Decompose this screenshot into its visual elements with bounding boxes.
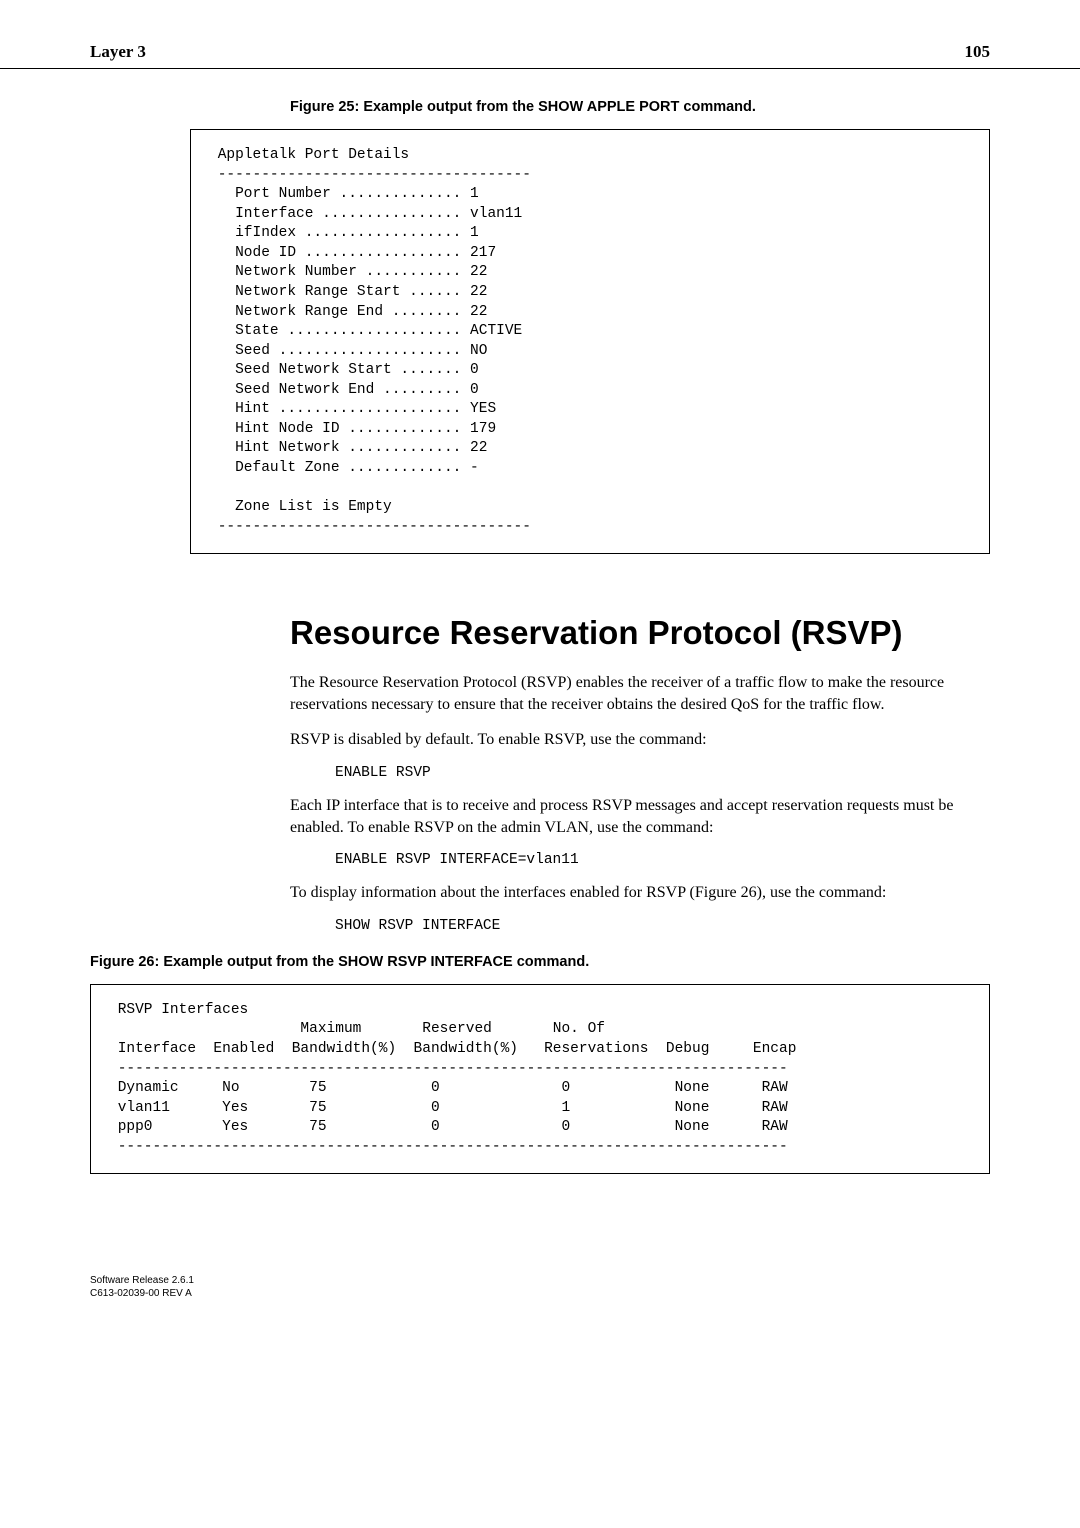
figure-26-code: RSVP Interfaces Maximum Reserved No. Of … xyxy=(90,984,990,1175)
footer-line-1: Software Release 2.6.1 xyxy=(90,1274,990,1287)
paragraph-4: To display information about the interfa… xyxy=(290,882,990,904)
main-content: Figure 25: Example output from the SHOW … xyxy=(0,99,1080,1174)
footer-line-2: C613-02039-00 REV A xyxy=(90,1287,990,1300)
page-header: Layer 3 105 xyxy=(0,0,1080,69)
command-2: ENABLE RSVP INTERFACE=vlan11 xyxy=(335,852,990,868)
section-title: Resource Reservation Protocol (RSVP) xyxy=(290,614,990,652)
paragraph-3: Each IP interface that is to receive and… xyxy=(290,795,990,838)
figure-26-caption: Figure 26: Example output from the SHOW … xyxy=(90,954,990,970)
command-1: ENABLE RSVP xyxy=(335,765,990,781)
header-left: Layer 3 xyxy=(90,42,146,62)
header-page-number: 105 xyxy=(965,42,991,62)
page-footer: Software Release 2.6.1 C613-02039-00 REV… xyxy=(0,1234,1080,1330)
paragraph-2: RSVP is disabled by default. To enable R… xyxy=(290,729,990,751)
figure-25-code: Appletalk Port Details -----------------… xyxy=(190,129,990,554)
paragraph-1: The Resource Reservation Protocol (RSVP)… xyxy=(290,672,990,715)
command-3: SHOW RSVP INTERFACE xyxy=(335,918,990,934)
figure-25-caption: Figure 25: Example output from the SHOW … xyxy=(290,99,990,115)
